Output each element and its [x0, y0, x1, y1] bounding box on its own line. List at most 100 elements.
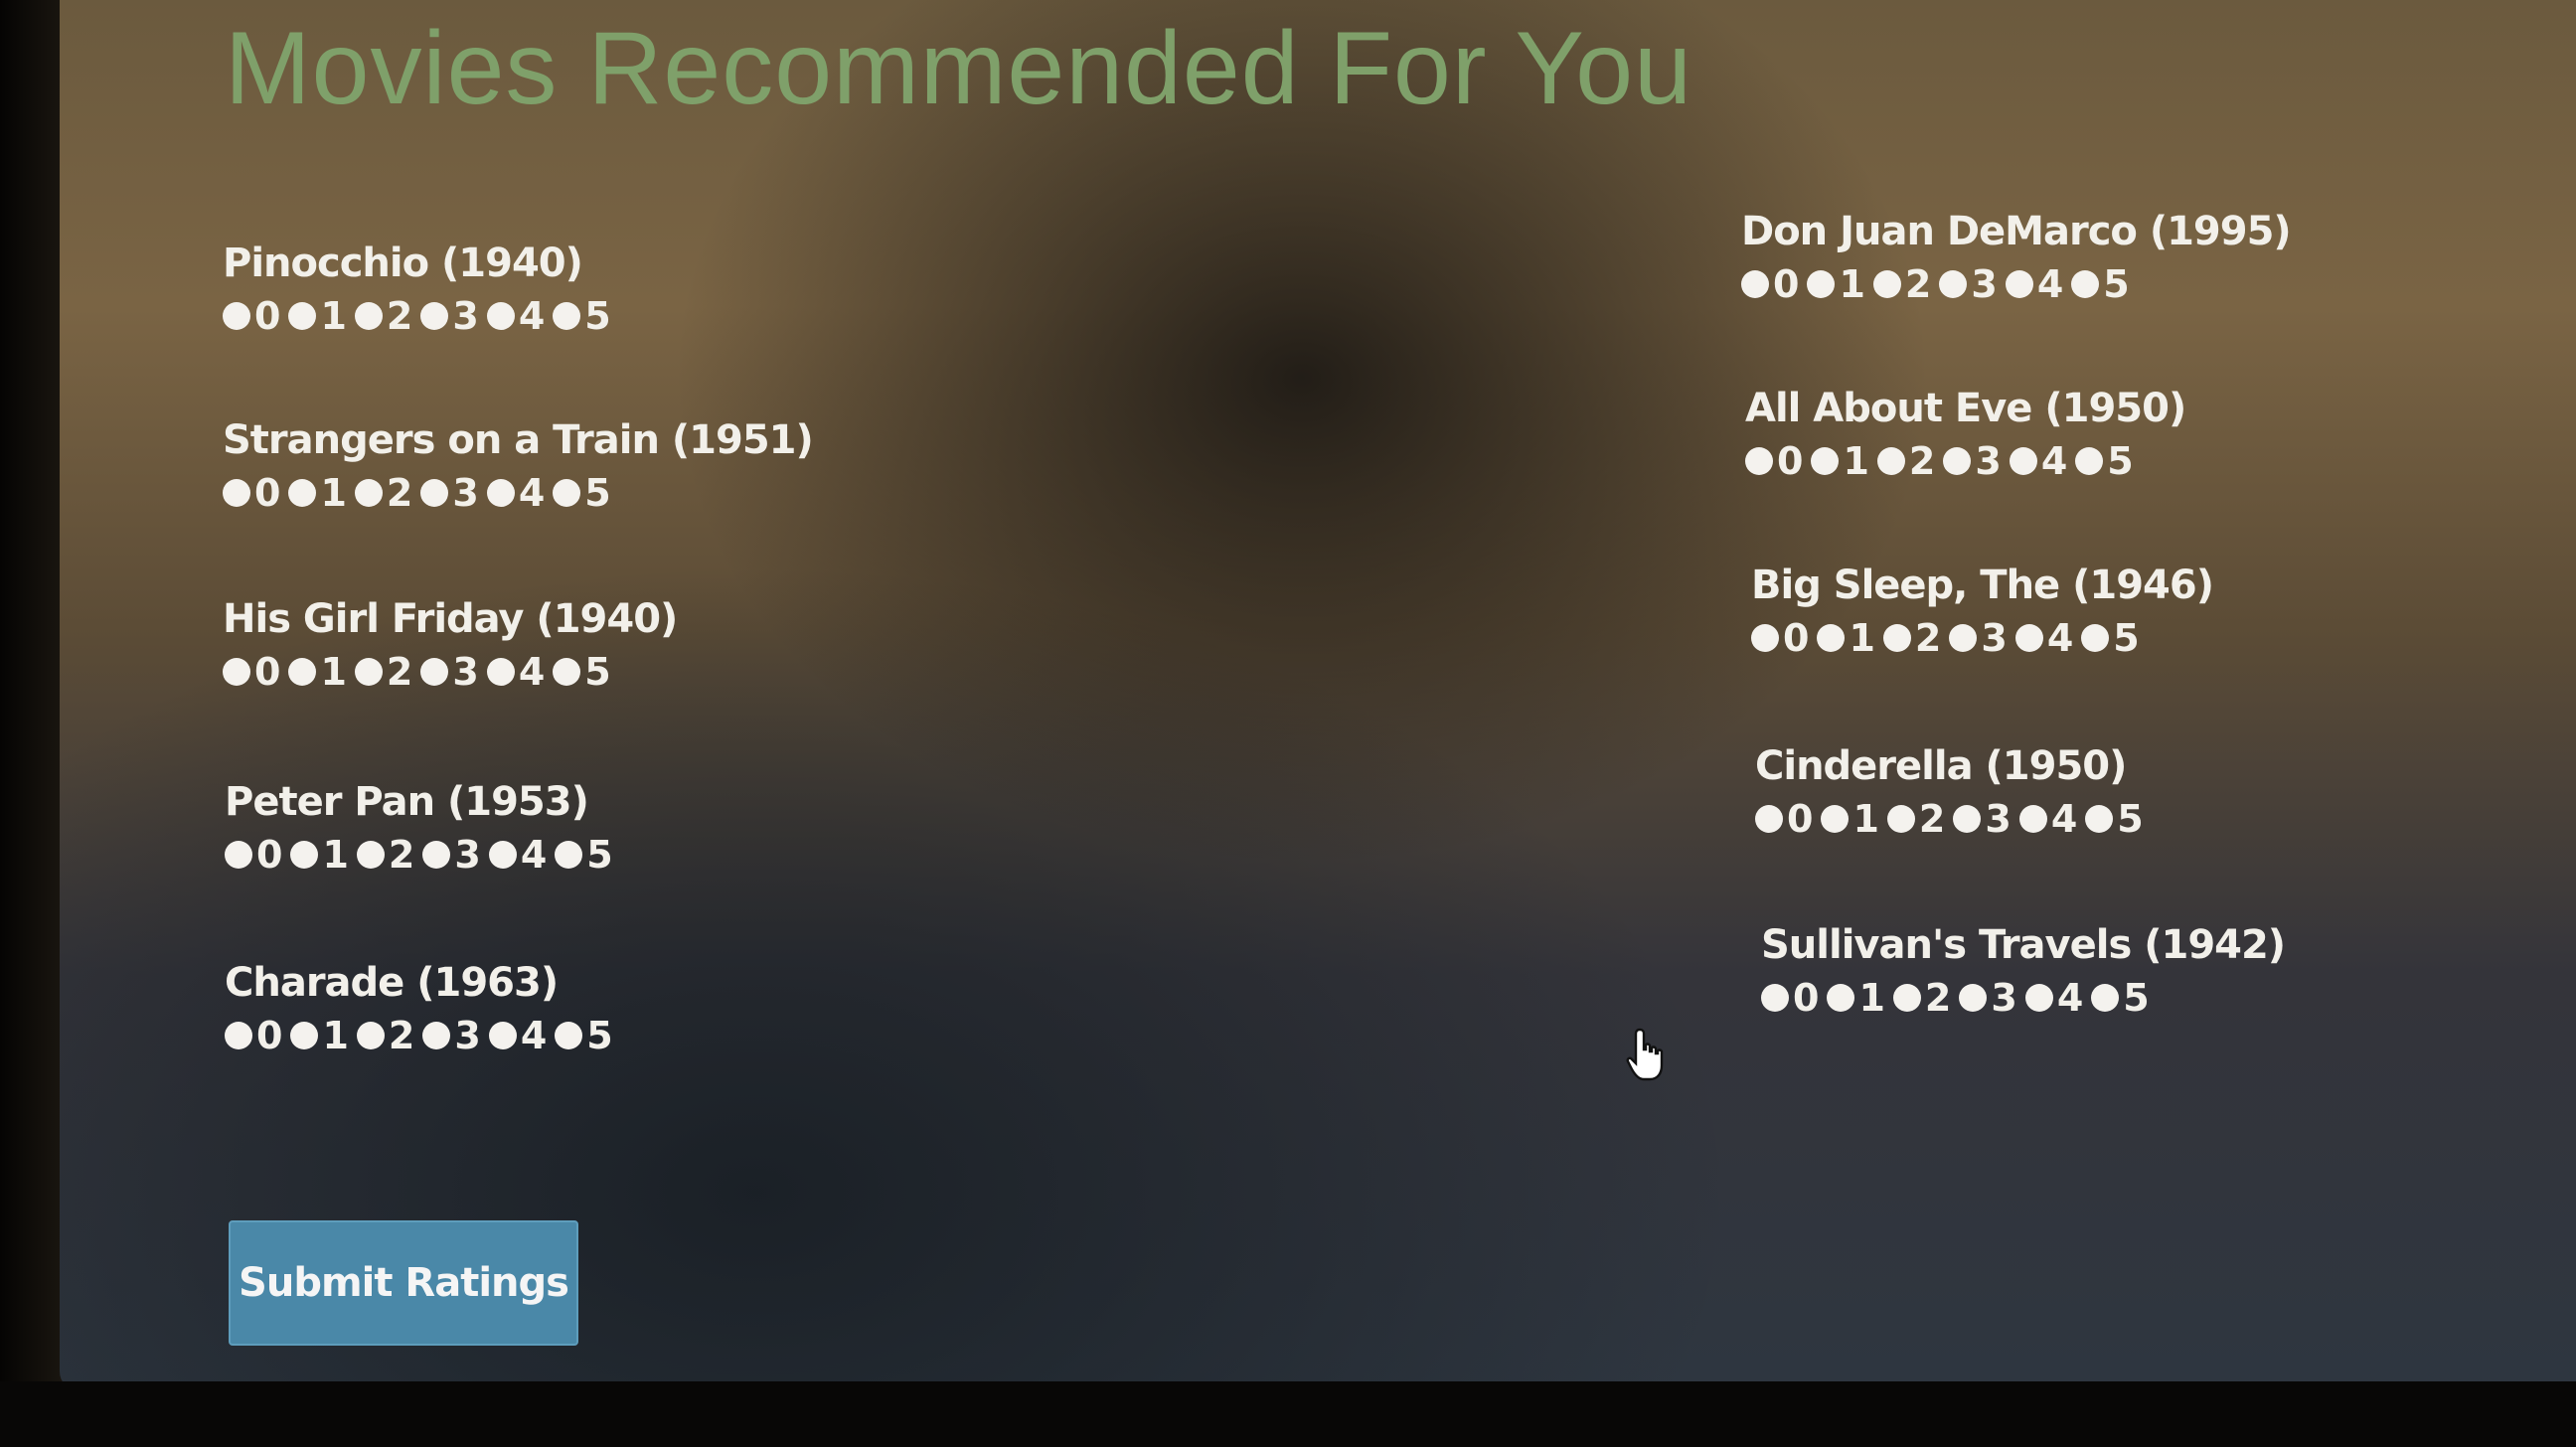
hand-pointer-icon	[1626, 1028, 1664, 1081]
rating-option-label: 1	[320, 471, 347, 515]
rating-radio-button[interactable]	[354, 658, 383, 686]
rating-option: 0	[225, 1014, 286, 1057]
movie-item: Peter Pan (1953) 0 1 2 3 4 5	[225, 779, 621, 877]
rating-option: 1	[290, 1014, 352, 1057]
rating-radio-button[interactable]	[1876, 447, 1905, 475]
rating-radio-button[interactable]	[553, 302, 581, 330]
rating-option: 5	[553, 294, 614, 338]
rating-option-label: 4	[2040, 439, 2068, 483]
movie-item: Pinocchio (1940) 0 1 2 3 4 5	[223, 241, 619, 338]
rating-radio-button[interactable]	[288, 658, 317, 686]
rating-radio-button[interactable]	[354, 302, 383, 330]
rating-radio-button[interactable]	[486, 479, 515, 507]
rating-radio-button[interactable]	[486, 302, 515, 330]
rating-radio-button[interactable]	[1892, 984, 1921, 1012]
rating-radio-button[interactable]	[290, 1022, 319, 1049]
rating-option-label: 2	[1908, 439, 1936, 483]
movie-title: Charade (1963)	[225, 960, 559, 1006]
rating-radio-button[interactable]	[2014, 624, 2043, 652]
rating-radio-button[interactable]	[2018, 805, 2047, 833]
movie-title: Big Sleep, The (1946)	[1751, 563, 2214, 608]
rating-radio-button[interactable]	[420, 302, 449, 330]
rating-radio-button[interactable]	[2091, 984, 2120, 1012]
rating-radio-button[interactable]	[1959, 984, 1988, 1012]
rating-radio-button[interactable]	[555, 841, 583, 869]
rating-radio-button[interactable]	[488, 1022, 517, 1049]
rating-radio-button[interactable]	[2085, 805, 2114, 833]
rating-radio-button[interactable]	[553, 479, 581, 507]
rating-radio-button[interactable]	[420, 658, 449, 686]
rating-option-label: 4	[2056, 976, 2084, 1020]
rating-radio-button[interactable]	[2024, 984, 2053, 1012]
rating-radio-button[interactable]	[1886, 805, 1915, 833]
rating-radio-button[interactable]	[553, 658, 581, 686]
rating-option-label: 2	[388, 833, 415, 877]
rating-option: 0	[225, 833, 286, 877]
rating-radio-button[interactable]	[555, 1022, 583, 1049]
rating-option: 0	[1745, 439, 1807, 483]
rating-radio-button[interactable]	[1807, 270, 1836, 298]
rating-radio-button[interactable]	[1755, 805, 1783, 833]
rating-radio-button[interactable]	[1953, 805, 1982, 833]
rating-radio-button[interactable]	[1882, 624, 1911, 652]
rating-radio-button[interactable]	[223, 479, 250, 507]
rating-option-label: 0	[254, 650, 281, 694]
rating-radio-button[interactable]	[1872, 270, 1901, 298]
movie-title: His Girl Friday (1940)	[223, 596, 678, 642]
movie-item: His Girl Friday (1940) 0 1 2 3 4 5	[223, 596, 678, 694]
rating-radio-button[interactable]	[1741, 270, 1769, 298]
rating-option-label: 0	[1773, 262, 1800, 306]
rating-radio-button[interactable]	[1751, 624, 1779, 652]
rating-radio-button[interactable]	[1811, 447, 1840, 475]
rating-radio-button[interactable]	[223, 658, 250, 686]
rating-radio-button[interactable]	[1761, 984, 1789, 1012]
rating-option: 3	[420, 650, 482, 694]
rating-radio-button[interactable]	[1827, 984, 1855, 1012]
rating-radio-button[interactable]	[356, 841, 385, 869]
rating-radio-button[interactable]	[1821, 805, 1850, 833]
rating-radio-button[interactable]	[2081, 624, 2110, 652]
rating-option: 5	[553, 650, 614, 694]
rating-radio-button[interactable]	[1817, 624, 1846, 652]
rating-radio-button[interactable]	[356, 1022, 385, 1049]
rating-radio-button[interactable]	[225, 1022, 252, 1049]
rating-option: 4	[2018, 797, 2081, 841]
rating-radio-group: 012345	[223, 471, 813, 515]
rating-radio-group: 012345	[1761, 976, 2285, 1020]
rating-radio-button[interactable]	[422, 1022, 451, 1049]
rating-radio-button[interactable]	[2009, 447, 2037, 475]
rating-option: 2	[1872, 262, 1935, 306]
rating-radio-button[interactable]	[290, 841, 319, 869]
rating-option-label: 2	[1904, 262, 1932, 306]
rating-radio-button[interactable]	[288, 302, 317, 330]
rating-radio-button[interactable]	[422, 841, 451, 869]
rating-option: 5	[555, 1014, 616, 1057]
rating-radio-button[interactable]	[354, 479, 383, 507]
rating-option: 2	[1882, 616, 1945, 660]
rating-radio-button[interactable]	[225, 841, 252, 869]
rating-radio-button[interactable]	[488, 841, 517, 869]
rating-radio-button[interactable]	[2005, 270, 2033, 298]
rating-radio-group: 012345	[223, 650, 677, 694]
rating-radio-button[interactable]	[486, 658, 515, 686]
rating-option: 5	[2071, 262, 2133, 306]
rating-radio-button[interactable]	[1949, 624, 1978, 652]
rating-radio-button[interactable]	[2075, 447, 2104, 475]
movie-item: All About Eve (1950) 0 1 2 3 4 5	[1745, 386, 2186, 483]
rating-option: 1	[1811, 439, 1872, 483]
rating-radio-button[interactable]	[420, 479, 449, 507]
rating-option-label: 4	[518, 650, 546, 694]
rating-radio-button[interactable]	[223, 302, 250, 330]
submit-ratings-button[interactable]: Submit Ratings	[229, 1220, 578, 1346]
rating-option: 2	[356, 833, 418, 877]
rating-option-label: 3	[452, 294, 479, 338]
rating-radio-button[interactable]	[288, 479, 317, 507]
rating-radio-button[interactable]	[1745, 447, 1773, 475]
rating-radio-button[interactable]	[1943, 447, 1972, 475]
movie-item: Cinderella (1950) 0 1 2 3 4 5	[1755, 743, 2152, 841]
rating-radio-button[interactable]	[2071, 270, 2100, 298]
rating-option: 4	[2014, 616, 2077, 660]
movie-title: Cinderella (1950)	[1755, 743, 2127, 789]
movie-title: Don Juan DeMarco (1995)	[1741, 209, 2292, 254]
rating-radio-button[interactable]	[1939, 270, 1968, 298]
